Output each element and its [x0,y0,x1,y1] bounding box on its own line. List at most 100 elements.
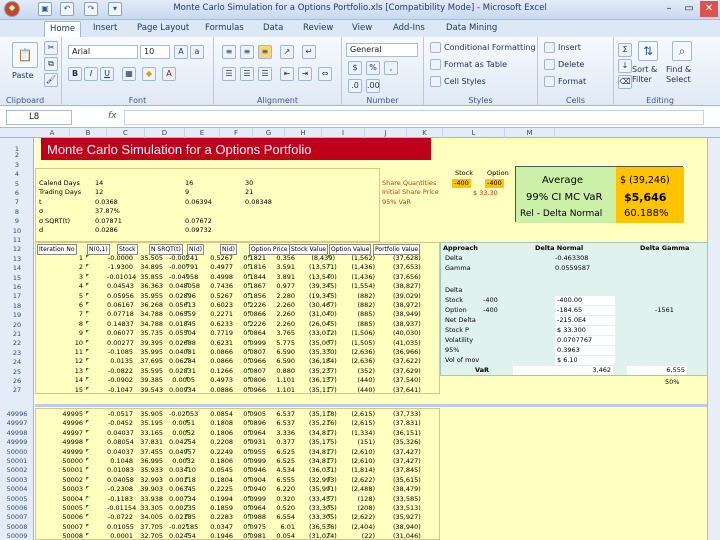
column-header[interactable]: I [322,128,365,138]
column-header[interactable]: E [185,128,220,138]
row-header[interactable]: 14 [0,264,34,273]
row-header[interactable]: 10 [0,227,34,236]
column-header[interactable]: B [70,128,107,138]
paste-label[interactable]: Paste [12,71,34,80]
row-header[interactable]: 50008 [0,523,34,532]
format-cells-button[interactable]: Format [558,77,586,86]
grow-font-icon[interactable]: A [174,45,188,59]
tab-insert[interactable]: Insert [93,23,117,33]
select-label[interactable]: Select [666,75,691,84]
office-button[interactable]: ◆ [4,1,20,17]
number-format-select[interactable]: General [346,43,418,57]
formula-input[interactable] [124,110,704,125]
copy-icon[interactable]: ⧉ [44,57,58,71]
align-right-icon[interactable]: ☰ [258,67,272,81]
row-header[interactable]: 13 [0,255,34,264]
paste-icon[interactable]: 📋 [12,42,38,68]
delete-cells-button[interactable]: Delete [558,60,584,69]
undo-icon[interactable]: ↶ [60,2,74,16]
format-painter-icon[interactable]: 🖌 [44,73,58,87]
row-header[interactable]: 2 [0,151,34,160]
row-header[interactable]: 50007 [0,513,34,522]
borders-icon[interactable]: ▦ [122,67,136,81]
tab-view[interactable]: View [352,23,372,33]
row-header[interactable]: 23 [0,349,34,358]
insert-function-icon[interactable]: fx [108,111,117,121]
row-header[interactable]: 3 [0,161,34,170]
row-header[interactable]: 12 [0,245,34,254]
decrease-decimal-icon[interactable]: .00 [366,79,380,93]
find-label[interactable]: Find & [666,65,691,74]
format-cells-icon[interactable] [544,76,555,87]
tab-formulas[interactable]: Formulas [205,23,244,33]
row-header[interactable]: 49997 [0,419,34,428]
conditional-formatting-icon[interactable] [430,42,441,53]
row-header[interactable]: 50002 [0,466,34,475]
align-bottom-icon[interactable]: ≡ [258,45,272,59]
tab-page-layout[interactable]: Page Layout [137,23,189,33]
row-header[interactable]: 49998 [0,429,34,438]
close-button[interactable]: ✕ [700,1,718,17]
align-middle-icon[interactable]: ≡ [240,45,254,59]
row-header[interactable]: 27 [0,386,34,395]
row-header[interactable]: 50009 [0,532,34,540]
column-header[interactable]: A [35,128,70,138]
align-top-icon[interactable]: ≡ [222,45,236,59]
row-header[interactable]: 9 [0,217,34,226]
column-header[interactable]: H [285,128,322,138]
font-name-select[interactable]: Arial [68,45,138,59]
row-header[interactable]: 7 [0,198,34,207]
row-header[interactable]: 8 [0,208,34,217]
row-header[interactable]: 49996 [0,410,34,419]
column-header[interactable]: F [220,128,253,138]
cut-icon[interactable]: ✂ [44,41,58,55]
save-icon[interactable]: ▣ [38,2,52,16]
row-header[interactable]: 50000 [0,448,34,457]
row-header[interactable]: 11 [0,236,34,245]
column-header[interactable]: D [145,128,185,138]
fill-color-icon[interactable]: ◆ [142,67,156,81]
row-header[interactable]: 25 [0,368,34,377]
column-header[interactable]: C [107,128,145,138]
row-header[interactable]: 49999 [0,438,34,447]
row-header[interactable]: 6 [0,189,34,198]
tab-data[interactable]: Data [263,23,283,33]
row-header[interactable]: 50003 [0,476,34,485]
row-header[interactable]: 24 [0,358,34,367]
row-header[interactable]: 22 [0,339,34,348]
row-header[interactable]: 50001 [0,457,34,466]
insert-cells-icon[interactable] [544,42,555,53]
tab-data-mining[interactable]: Data Mining [446,23,497,33]
find-select-icon[interactable]: ⌕ [672,41,692,61]
bold-button[interactable]: B [68,67,82,81]
fill-icon[interactable]: ↓ [618,59,632,73]
sort-filter-icon[interactable]: ⇅ [638,41,658,61]
name-box[interactable]: L8 [6,110,72,125]
format-as-table-button[interactable]: Format as Table [444,60,507,69]
delete-cells-icon[interactable] [544,59,555,70]
column-header[interactable]: K [407,128,443,138]
share-qty-stock[interactable]: -400 [452,179,471,188]
vertical-scrollbar[interactable] [707,138,720,540]
increase-decimal-icon[interactable]: .0 [348,79,362,93]
currency-button[interactable]: $ [348,61,362,75]
row-header[interactable]: 16 [0,283,34,292]
align-left-icon[interactable]: ☰ [222,67,236,81]
tab-home[interactable]: Home [44,21,82,37]
row-header[interactable]: 19 [0,311,34,320]
comma-button[interactable]: , [384,61,398,75]
merge-center-icon[interactable]: ⇔ [318,67,332,81]
align-center-icon[interactable]: ☰ [240,67,254,81]
cell-styles-button[interactable]: Cell Styles [444,77,486,86]
row-header[interactable]: 21 [0,330,34,339]
column-header[interactable]: L [443,128,505,138]
row-header[interactable]: 17 [0,292,34,301]
decrease-indent-icon[interactable]: ⇤ [280,67,294,81]
row-header[interactable]: 50006 [0,504,34,513]
italic-button[interactable]: I [84,67,98,81]
autosum-icon[interactable]: Σ [618,43,632,57]
column-header[interactable]: M [505,128,555,138]
column-header[interactable]: G [253,128,285,138]
row-header[interactable]: 4 [0,170,34,179]
filter-label[interactable]: Filter [632,75,652,84]
